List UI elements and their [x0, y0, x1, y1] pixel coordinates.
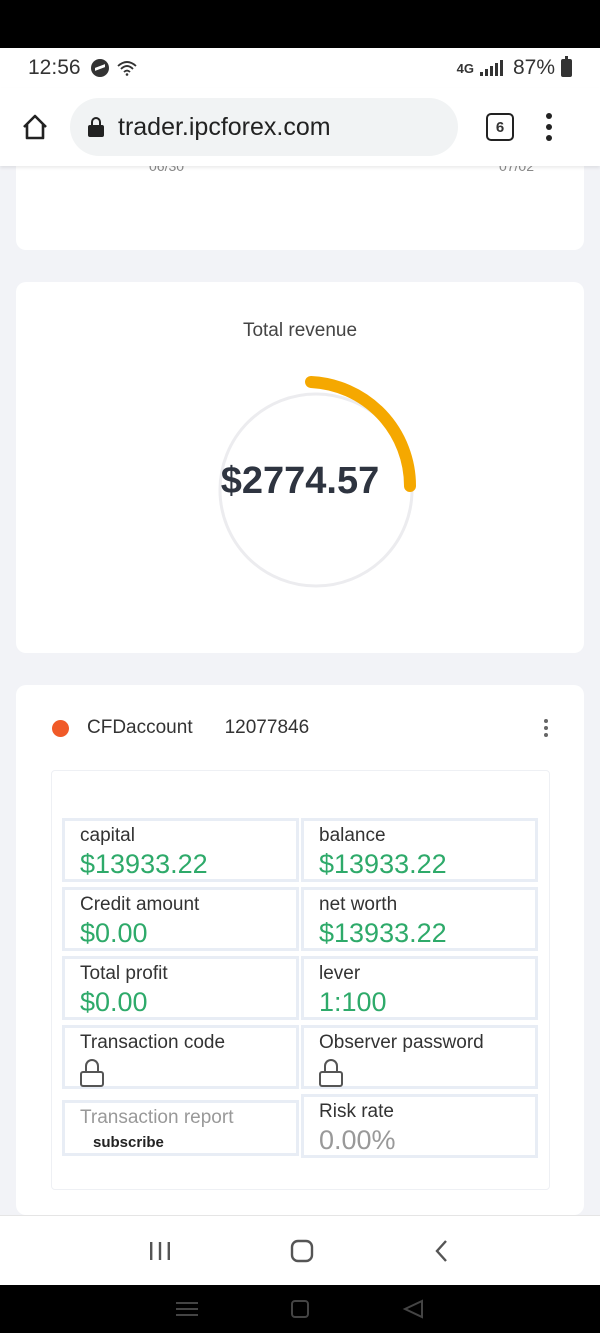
- capital-label: capital: [80, 825, 135, 846]
- net-worth-value: $13933.22: [319, 918, 447, 948]
- browser-menu-icon[interactable]: [544, 113, 554, 141]
- account-number: 12077846: [224, 717, 310, 738]
- browser-toolbar: trader.ipcforex.com 6: [0, 88, 600, 166]
- risk-rate-value: 0.00%: [319, 1125, 396, 1155]
- triangle-back-icon: [402, 1299, 423, 1319]
- status-time: 12:56: [28, 56, 81, 79]
- credit-amount-cell: Credit amount $0.00: [62, 887, 299, 951]
- account-header: CFDaccount 12077846: [52, 715, 548, 741]
- revenue-card: Total revenue $2774.57: [16, 282, 584, 653]
- net-worth-cell: net worth $13933.22: [301, 887, 538, 951]
- account-details-grid: capital $13933.22 balance $13933.22 Cred…: [51, 770, 550, 1190]
- total-profit-value: $0.00: [80, 987, 148, 1017]
- android-nav-bar: [0, 1215, 600, 1285]
- risk-rate-cell: Risk rate 0.00%: [301, 1094, 538, 1158]
- credit-amount-label: Credit amount: [80, 894, 200, 915]
- account-card: CFDaccount 12077846 capital $13933.22 ba…: [16, 685, 584, 1215]
- home-icon[interactable]: [18, 110, 52, 144]
- secure-lock-icon: [88, 117, 104, 137]
- wifi-icon: [116, 61, 137, 76]
- risk-rate-label: Risk rate: [319, 1101, 394, 1122]
- network-type-label: 4G: [456, 60, 474, 76]
- revenue-value: $2774.57: [220, 460, 380, 502]
- subscribe-link[interactable]: subscribe: [93, 1134, 296, 1151]
- address-bar[interactable]: trader.ipcforex.com: [70, 98, 458, 156]
- battery-percent: 87%: [512, 56, 555, 79]
- observer-password-label: Observer password: [319, 1032, 484, 1053]
- transaction-code-cell[interactable]: Transaction code: [62, 1025, 299, 1089]
- home-nav-icon[interactable]: [289, 1238, 315, 1264]
- transaction-report-label: Transaction report: [80, 1107, 234, 1128]
- status-bar: 12:56 4G 87%: [0, 48, 600, 88]
- top-black-bar: [0, 0, 600, 48]
- total-profit-cell: Total profit $0.00: [62, 956, 299, 1020]
- lock-icon[interactable]: [319, 1059, 343, 1087]
- capital-value: $13933.22: [80, 849, 208, 879]
- observer-password-cell[interactable]: Observer password: [301, 1025, 538, 1089]
- capital-cell: capital $13933.22: [62, 818, 299, 882]
- account-name: CFDaccount: [87, 717, 193, 738]
- url-text: trader.ipcforex.com: [118, 112, 331, 141]
- square-icon: [291, 1300, 309, 1318]
- total-profit-label: Total profit: [80, 963, 168, 984]
- balance-value: $13933.22: [319, 849, 447, 879]
- signal-icon: [479, 60, 503, 76]
- transaction-report-cell: Transaction report subscribe: [62, 1100, 299, 1156]
- transaction-code-label: Transaction code: [80, 1032, 226, 1053]
- balance-label: balance: [319, 825, 386, 846]
- lever-cell: lever 1:100: [301, 956, 538, 1020]
- back-icon[interactable]: [432, 1238, 452, 1264]
- credit-amount-value: $0.00: [80, 918, 148, 948]
- lock-icon[interactable]: [80, 1059, 104, 1087]
- net-worth-label: net worth: [319, 894, 398, 915]
- system-gesture-bar: [0, 1285, 600, 1333]
- lever-value: 1:100: [319, 987, 387, 1017]
- balance-cell: balance $13933.22: [301, 818, 538, 882]
- revenue-title: Total revenue: [242, 320, 358, 341]
- tab-switcher-button[interactable]: 6: [486, 113, 514, 141]
- battery-icon: [561, 56, 572, 77]
- messenger-icon: [90, 59, 109, 77]
- account-status-dot: [52, 719, 69, 737]
- menu-lines-icon: [176, 1302, 198, 1316]
- lever-label: lever: [319, 963, 361, 984]
- recent-apps-icon[interactable]: [148, 1240, 172, 1262]
- account-menu-icon[interactable]: [544, 719, 548, 737]
